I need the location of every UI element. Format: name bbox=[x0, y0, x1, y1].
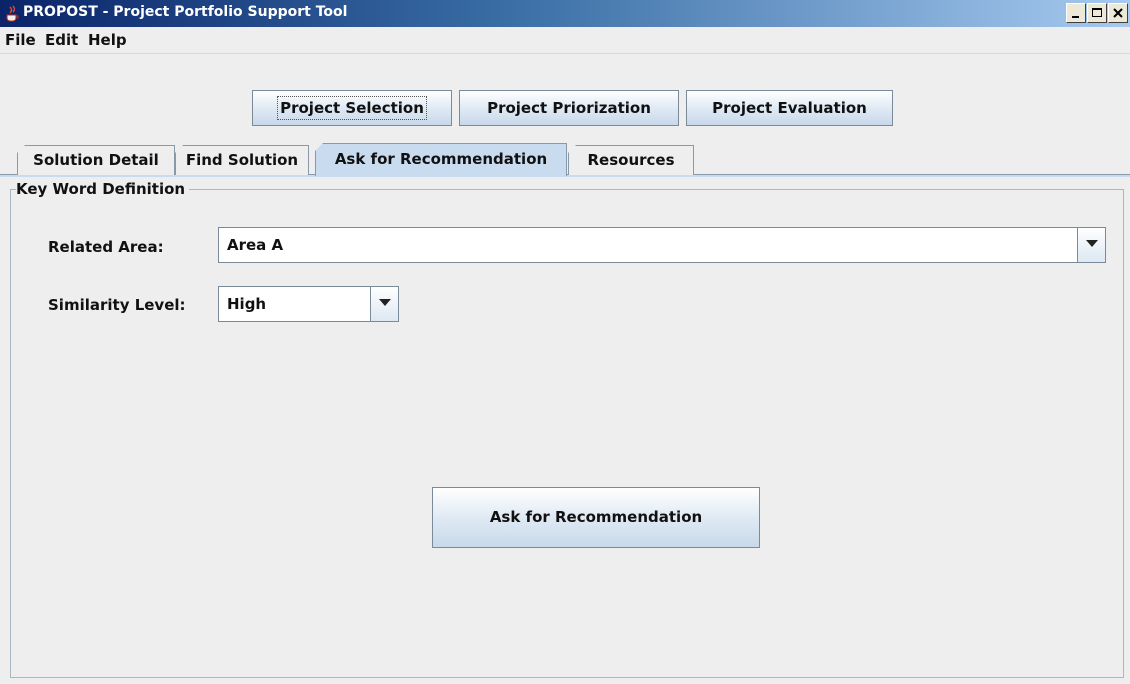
tab-solution-detail[interactable]: Solution Detail bbox=[17, 145, 175, 175]
ask-for-recommendation-label: Ask for Recommendation bbox=[489, 508, 703, 526]
project-selection-button[interactable]: Project Selection bbox=[252, 90, 452, 126]
menu-help[interactable]: Help bbox=[88, 31, 127, 49]
similarity-level-label: Similarity Level: bbox=[48, 296, 186, 314]
related-area-label: Related Area: bbox=[48, 238, 164, 256]
tab-label: Resources bbox=[587, 151, 675, 169]
menu-edit[interactable]: Edit bbox=[45, 31, 78, 49]
related-area-value: Area A bbox=[227, 236, 284, 254]
tab-label: Ask for Recommendation bbox=[334, 150, 548, 168]
similarity-level-value: High bbox=[227, 295, 267, 313]
similarity-level-dropdown[interactable]: High bbox=[218, 286, 399, 322]
chevron-down-icon[interactable] bbox=[1077, 228, 1105, 262]
project-evaluation-label: Project Evaluation bbox=[712, 99, 867, 117]
menu-bar: File Edit Help bbox=[0, 27, 1130, 54]
tab-resources[interactable]: Resources bbox=[568, 145, 694, 175]
chevron-down-icon[interactable] bbox=[370, 287, 398, 321]
tab-label: Find Solution bbox=[185, 151, 299, 169]
focus-indicator: Project Selection bbox=[277, 96, 427, 120]
tab-ask-for-recommendation[interactable]: Ask for Recommendation bbox=[315, 143, 567, 176]
project-evaluation-button[interactable]: Project Evaluation bbox=[686, 90, 893, 126]
window-controls bbox=[1066, 3, 1130, 24]
tab-find-solution[interactable]: Find Solution bbox=[175, 145, 309, 175]
tab-label: Solution Detail bbox=[33, 151, 159, 169]
panel-title: Key Word Definition bbox=[16, 180, 190, 198]
ask-for-recommendation-button[interactable]: Ask for Recommendation bbox=[432, 487, 760, 548]
maximize-icon[interactable] bbox=[1087, 3, 1107, 23]
menu-file[interactable]: File bbox=[5, 31, 36, 49]
project-priorization-label: Project Priorization bbox=[487, 99, 651, 117]
java-cup-icon bbox=[4, 5, 20, 22]
related-area-dropdown[interactable]: Area A bbox=[218, 227, 1106, 263]
project-selection-label: Project Selection bbox=[280, 99, 424, 117]
close-icon[interactable] bbox=[1108, 3, 1128, 23]
window-title: PROPOST - Project Portfolio Support Tool bbox=[23, 4, 348, 20]
project-priorization-button[interactable]: Project Priorization bbox=[459, 90, 679, 126]
title-bar: PROPOST - Project Portfolio Support Tool bbox=[0, 0, 1130, 27]
minimize-icon[interactable] bbox=[1066, 3, 1086, 23]
tab-strip: Solution Detail Find Solution Ask for Re… bbox=[0, 140, 1130, 176]
